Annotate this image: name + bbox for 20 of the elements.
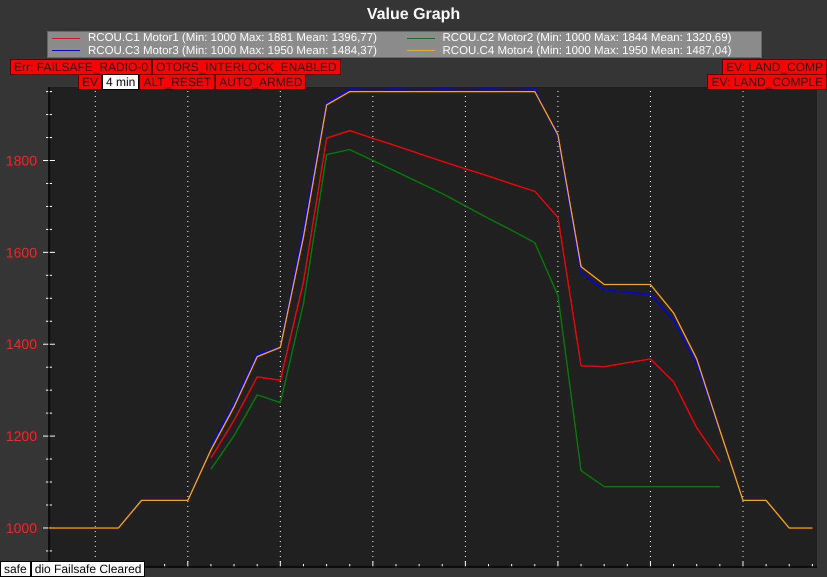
event-label: EV: LAND_COMP	[722, 59, 827, 75]
message-label: safe	[0, 561, 31, 577]
event-label: Err: FAILSAFE_RADIO-0	[10, 59, 152, 75]
y-tick-label: 1400	[6, 336, 37, 352]
legend-entry: RCOU.C4 Motor4 (Min: 1000 Max: 1950 Mean: 1487,04)	[442, 44, 732, 57]
event-label: OTORS_INTERLOCK_ENABLED	[152, 59, 341, 75]
y-tick-label: 1000	[6, 520, 37, 536]
event-label: EV: LAND_COMPLE	[707, 74, 827, 90]
message-label: dio Failsafe Cleared	[30, 561, 146, 577]
legend-entry: RCOU.C3 Motor3 (Min: 1000 Max: 1950 Mean: 1484,37)	[88, 44, 377, 57]
legend-entry: RCOU.C2 Motor2 (Min: 1000 Max: 1844 Mean: 1320,69)	[442, 32, 732, 44]
event-label: AUTO_ARMED	[215, 74, 306, 90]
event-label: ALT_RESET	[139, 74, 216, 90]
y-tick-label: 1200	[6, 428, 37, 444]
y-tick-label: 1800	[6, 152, 37, 168]
window-title: Value Graph	[366, 5, 460, 25]
legend-entry: RCOU.C1 Motor1 (Min: 1000 Max: 1881 Mean: 1396,77)	[88, 32, 377, 44]
time-tooltip: 4 min	[102, 74, 140, 90]
y-tick-label: 1600	[6, 244, 37, 260]
event-label: EV	[78, 74, 102, 90]
